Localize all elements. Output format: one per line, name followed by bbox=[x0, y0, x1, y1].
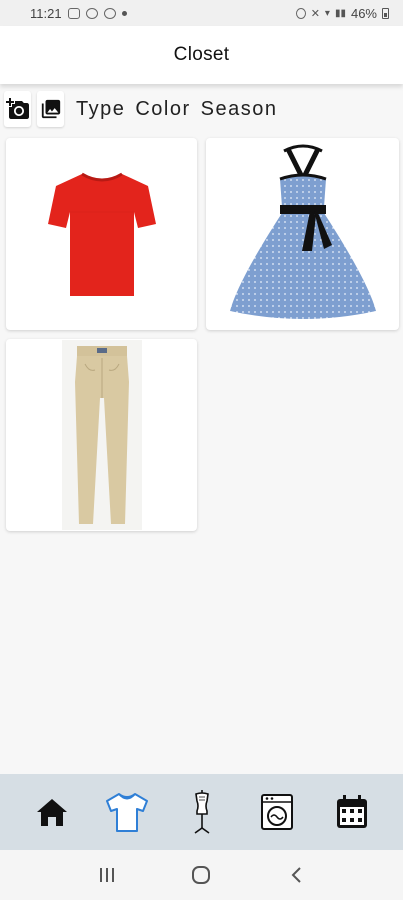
filter-type[interactable]: Type bbox=[76, 98, 125, 121]
red-tshirt-image bbox=[47, 172, 156, 296]
recent-apps-icon bbox=[100, 868, 115, 882]
gallery-icon bbox=[41, 99, 60, 119]
add-camera-icon bbox=[5, 98, 29, 119]
signal-icon: ▮▮ bbox=[334, 7, 346, 19]
back-chevron-icon bbox=[291, 867, 301, 883]
home-icon bbox=[36, 799, 67, 826]
more-notifications-icon bbox=[121, 10, 127, 16]
notification-icon bbox=[67, 7, 80, 19]
add-from-gallery-button[interactable] bbox=[37, 91, 64, 127]
back-button[interactable] bbox=[276, 855, 316, 895]
nav-outfits[interactable] bbox=[177, 784, 227, 840]
closet-item-card[interactable] bbox=[6, 339, 197, 531]
filter-group: Type Color Season bbox=[74, 98, 278, 121]
status-bar: 11:21 ✕ ▾ ▮▮ 46% bbox=[0, 0, 403, 26]
nav-calendar[interactable] bbox=[327, 784, 377, 840]
nav-closet[interactable] bbox=[102, 784, 152, 840]
khaki-trousers-image bbox=[61, 340, 142, 530]
wifi-icon: ▾ bbox=[324, 7, 330, 19]
closet-item-card[interactable] bbox=[206, 138, 399, 330]
mute-icon: ✕ bbox=[310, 7, 320, 20]
filter-season[interactable]: Season bbox=[201, 98, 278, 121]
alarm-icon bbox=[295, 7, 306, 19]
nav-laundry[interactable] bbox=[252, 784, 302, 840]
closet-screen: 11:21 ✕ ▾ ▮▮ 46% Closet Type Color Seaso… bbox=[0, 0, 403, 900]
mannequin-icon bbox=[194, 790, 209, 834]
add-photo-camera-button[interactable] bbox=[4, 91, 31, 127]
page-title: Closet bbox=[173, 44, 230, 65]
app-bar: Closet bbox=[0, 26, 403, 84]
notification-icon bbox=[85, 7, 98, 19]
bottom-navigation bbox=[0, 774, 403, 850]
status-time: 11:21 bbox=[30, 5, 62, 21]
filter-color[interactable]: Color bbox=[135, 98, 190, 121]
washing-machine-icon bbox=[260, 794, 293, 830]
home-system-button[interactable] bbox=[181, 855, 221, 895]
battery-icon bbox=[382, 7, 389, 19]
blue-dress-image bbox=[229, 144, 376, 319]
closet-item-card[interactable] bbox=[6, 138, 197, 330]
home-circle-icon bbox=[192, 866, 211, 884]
whatsapp-icon bbox=[103, 7, 116, 19]
recent-apps-button[interactable] bbox=[87, 855, 127, 895]
calendar-icon bbox=[336, 795, 367, 828]
closet-toolbar: Type Color Season bbox=[4, 90, 278, 128]
system-navigation-bar bbox=[0, 850, 403, 900]
shirt-icon bbox=[105, 793, 148, 832]
nav-home[interactable] bbox=[27, 784, 77, 840]
battery-percent: 46% bbox=[350, 5, 377, 21]
